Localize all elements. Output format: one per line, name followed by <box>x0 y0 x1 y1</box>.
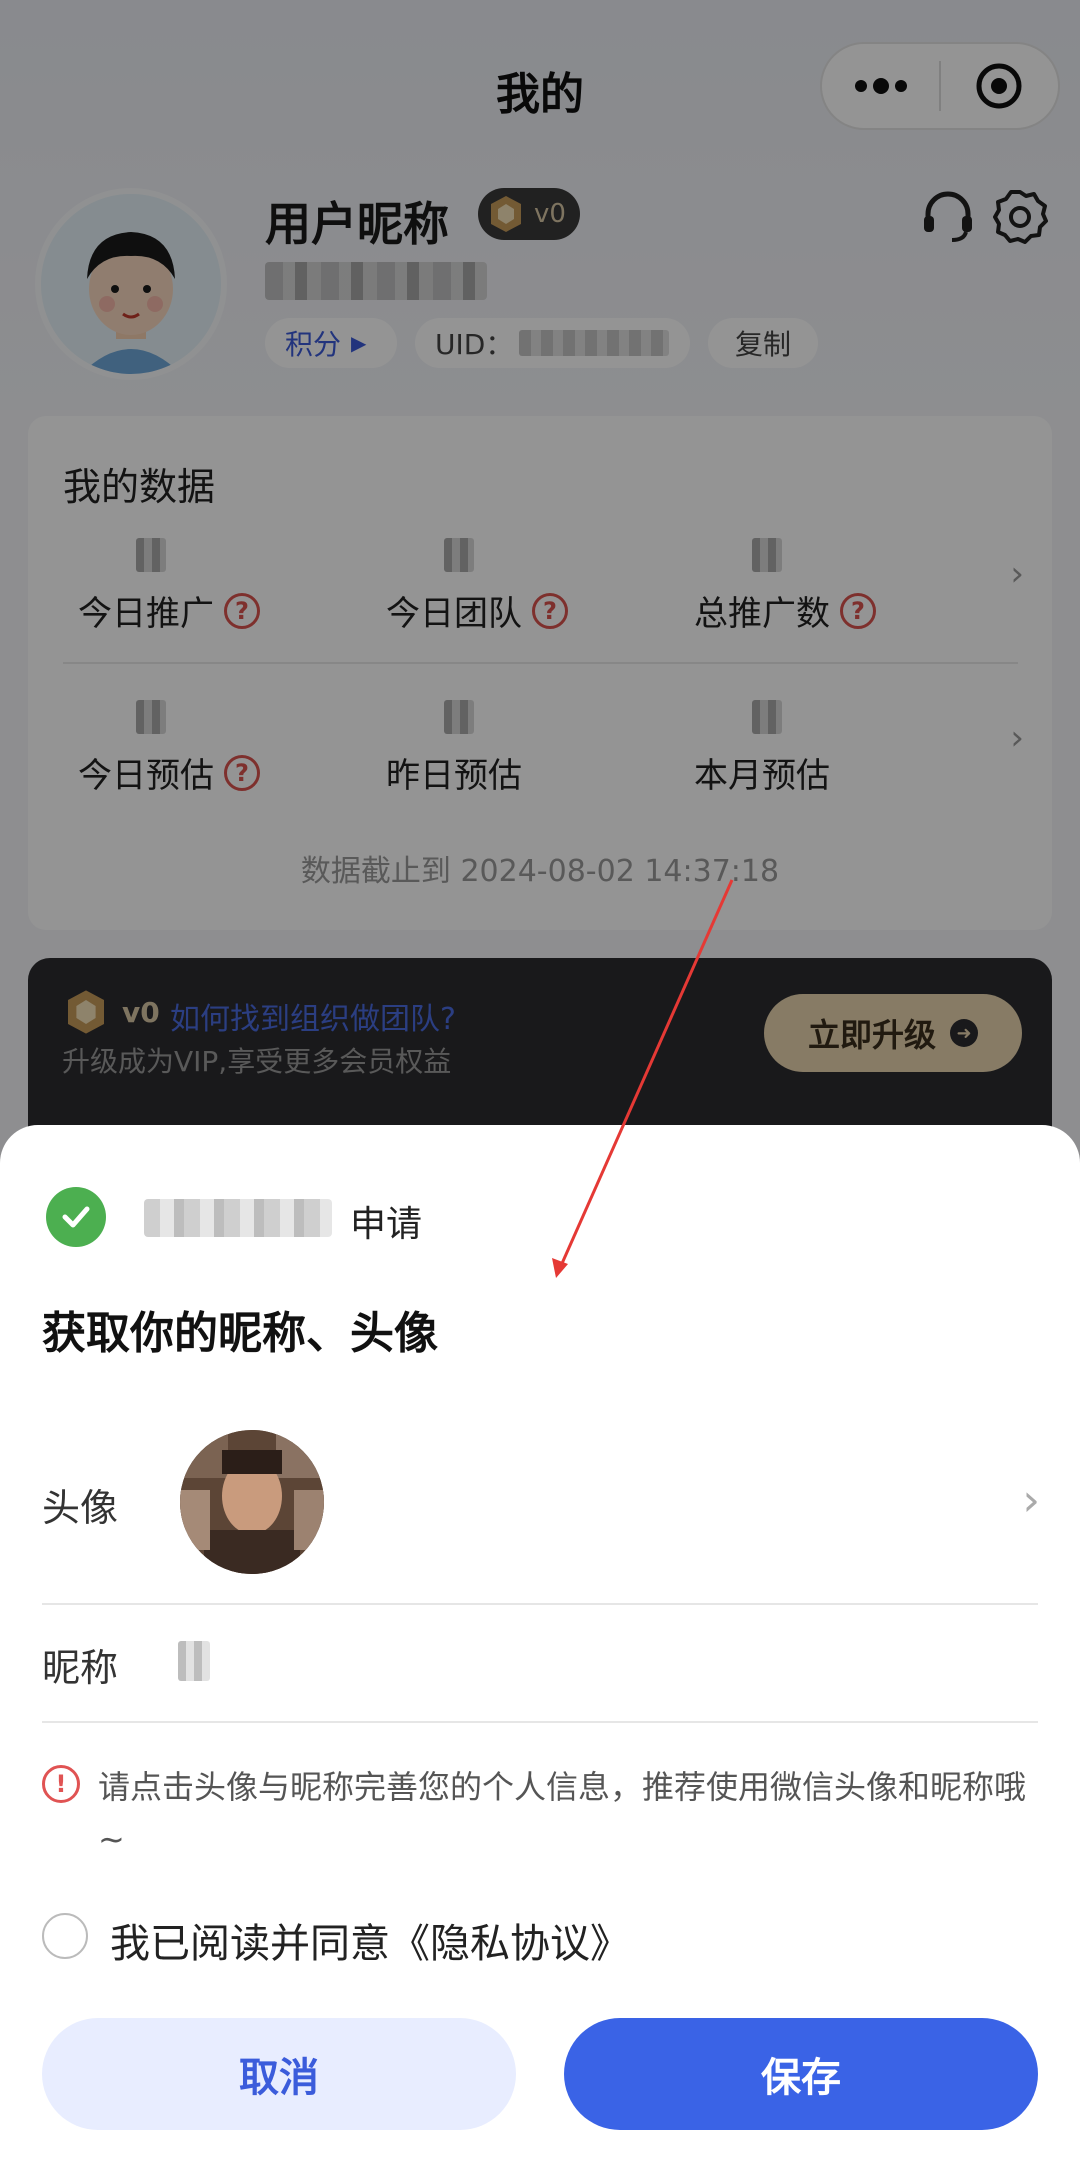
notice-text: 请点击头像与昵称完善您的个人信息，推荐使用微信头像和昵称哦~ <box>98 1768 1027 1858</box>
user-photo-icon <box>180 1430 324 1574</box>
agree-checkbox[interactable] <box>42 1913 88 1959</box>
avatar-label: 头像 <box>42 1486 119 1530</box>
nickname-input[interactable] <box>178 1641 210 1681</box>
authorization-sheet: 申请 获取你的昵称、头像 头像 › 昵称 ! 请点击头像与昵称完善您的个人信息，… <box>0 1125 1080 2157</box>
divider <box>42 1603 1038 1605</box>
apply-text: 申请 <box>350 1204 423 1245</box>
divider <box>42 1721 1038 1723</box>
masked-app-name <box>144 1199 332 1237</box>
check-icon <box>46 1187 106 1247</box>
agree-text[interactable]: 我已阅读并同意《隐私协议》 <box>110 1911 630 1969</box>
nickname-label: 昵称 <box>42 1646 119 1690</box>
avatar-picker[interactable] <box>180 1430 324 1574</box>
cancel-button[interactable]: 取消 <box>42 2018 516 2130</box>
sheet-title: 获取你的昵称、头像 <box>42 1308 438 1359</box>
warning-icon: ! <box>42 1765 80 1803</box>
save-button[interactable]: 保存 <box>564 2018 1038 2130</box>
chevron-right-icon[interactable]: › <box>1022 1475 1040 1526</box>
